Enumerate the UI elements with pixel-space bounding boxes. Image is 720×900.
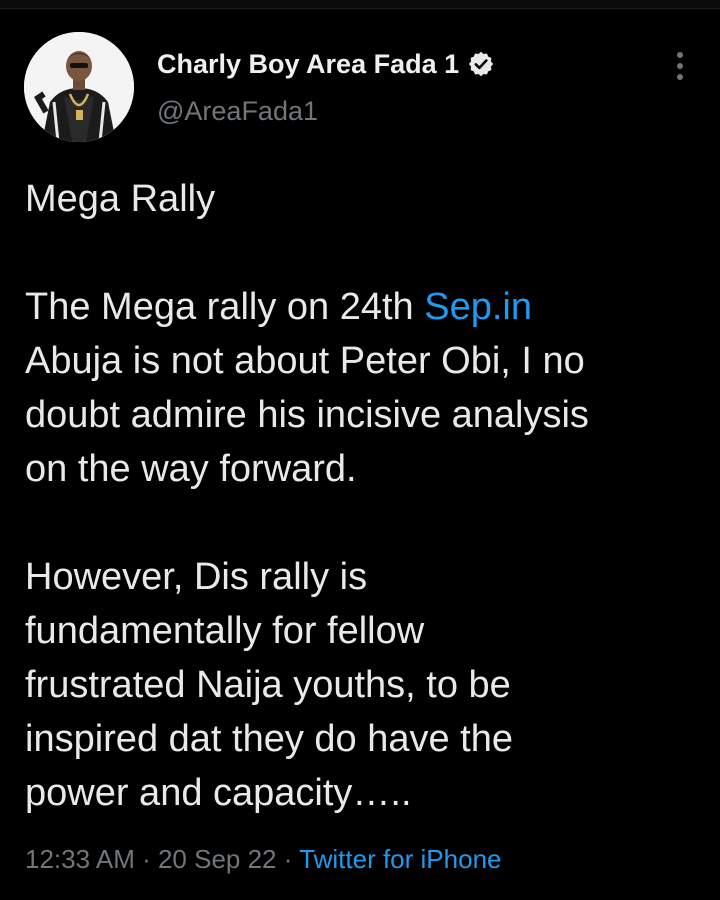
text-segment: The Mega rally on 24th [25, 286, 425, 328]
tweet-time[interactable]: 12:33 AM [25, 844, 135, 874]
tweet-meta: 12:33 AM · 20 Sep 22 · Twitter for iPhon… [25, 844, 501, 875]
tweet-title: Mega Rally [25, 178, 216, 220]
inline-link[interactable]: Sep.in [424, 286, 532, 328]
text-line: fundamentally for fellow [25, 610, 425, 652]
more-vertical-icon[interactable] [668, 50, 692, 82]
tweet-paragraph-1: The Mega rally on 24th Sep.in Abuja is n… [25, 280, 695, 496]
tweet-date[interactable]: 20 Sep 22 [158, 844, 277, 874]
text-line: The Mega rally on 24th Sep.in [25, 280, 695, 334]
meta-separator: · [276, 844, 300, 874]
text-line: inspired dat they do have the [25, 718, 514, 760]
more-dot [677, 63, 683, 69]
tweet-title-paragraph: Mega Rally [25, 172, 695, 226]
avatar[interactable] [24, 32, 134, 142]
author-handle[interactable]: @AreaFada1 [157, 96, 318, 127]
text-line: frustrated Naija youths, to be [25, 664, 511, 706]
text-line: on the way forward. [25, 448, 357, 490]
verified-badge-icon [467, 50, 495, 78]
avatar-image [24, 32, 134, 142]
text-line: Abuja is not about Peter Obi, I no [25, 340, 585, 382]
author-display-name[interactable]: Charly Boy Area Fada 1 [157, 49, 459, 80]
tweet-text: Mega Rally The Mega rally on 24th Sep.in… [25, 172, 695, 820]
meta-separator: · [134, 844, 158, 874]
text-line: doubt admire his incisive analysis [25, 394, 589, 436]
author-name-row[interactable]: Charly Boy Area Fada 1 [157, 44, 495, 84]
top-divider [0, 0, 720, 9]
more-dot [677, 74, 683, 80]
more-dot [677, 52, 683, 58]
tweet-paragraph-2: However, Dis rally is fundamentally for … [25, 550, 695, 820]
tweet-source-link[interactable]: Twitter for iPhone [299, 844, 501, 874]
text-line: power and capacity….. [25, 772, 412, 814]
text-line: However, Dis rally is [25, 556, 368, 598]
